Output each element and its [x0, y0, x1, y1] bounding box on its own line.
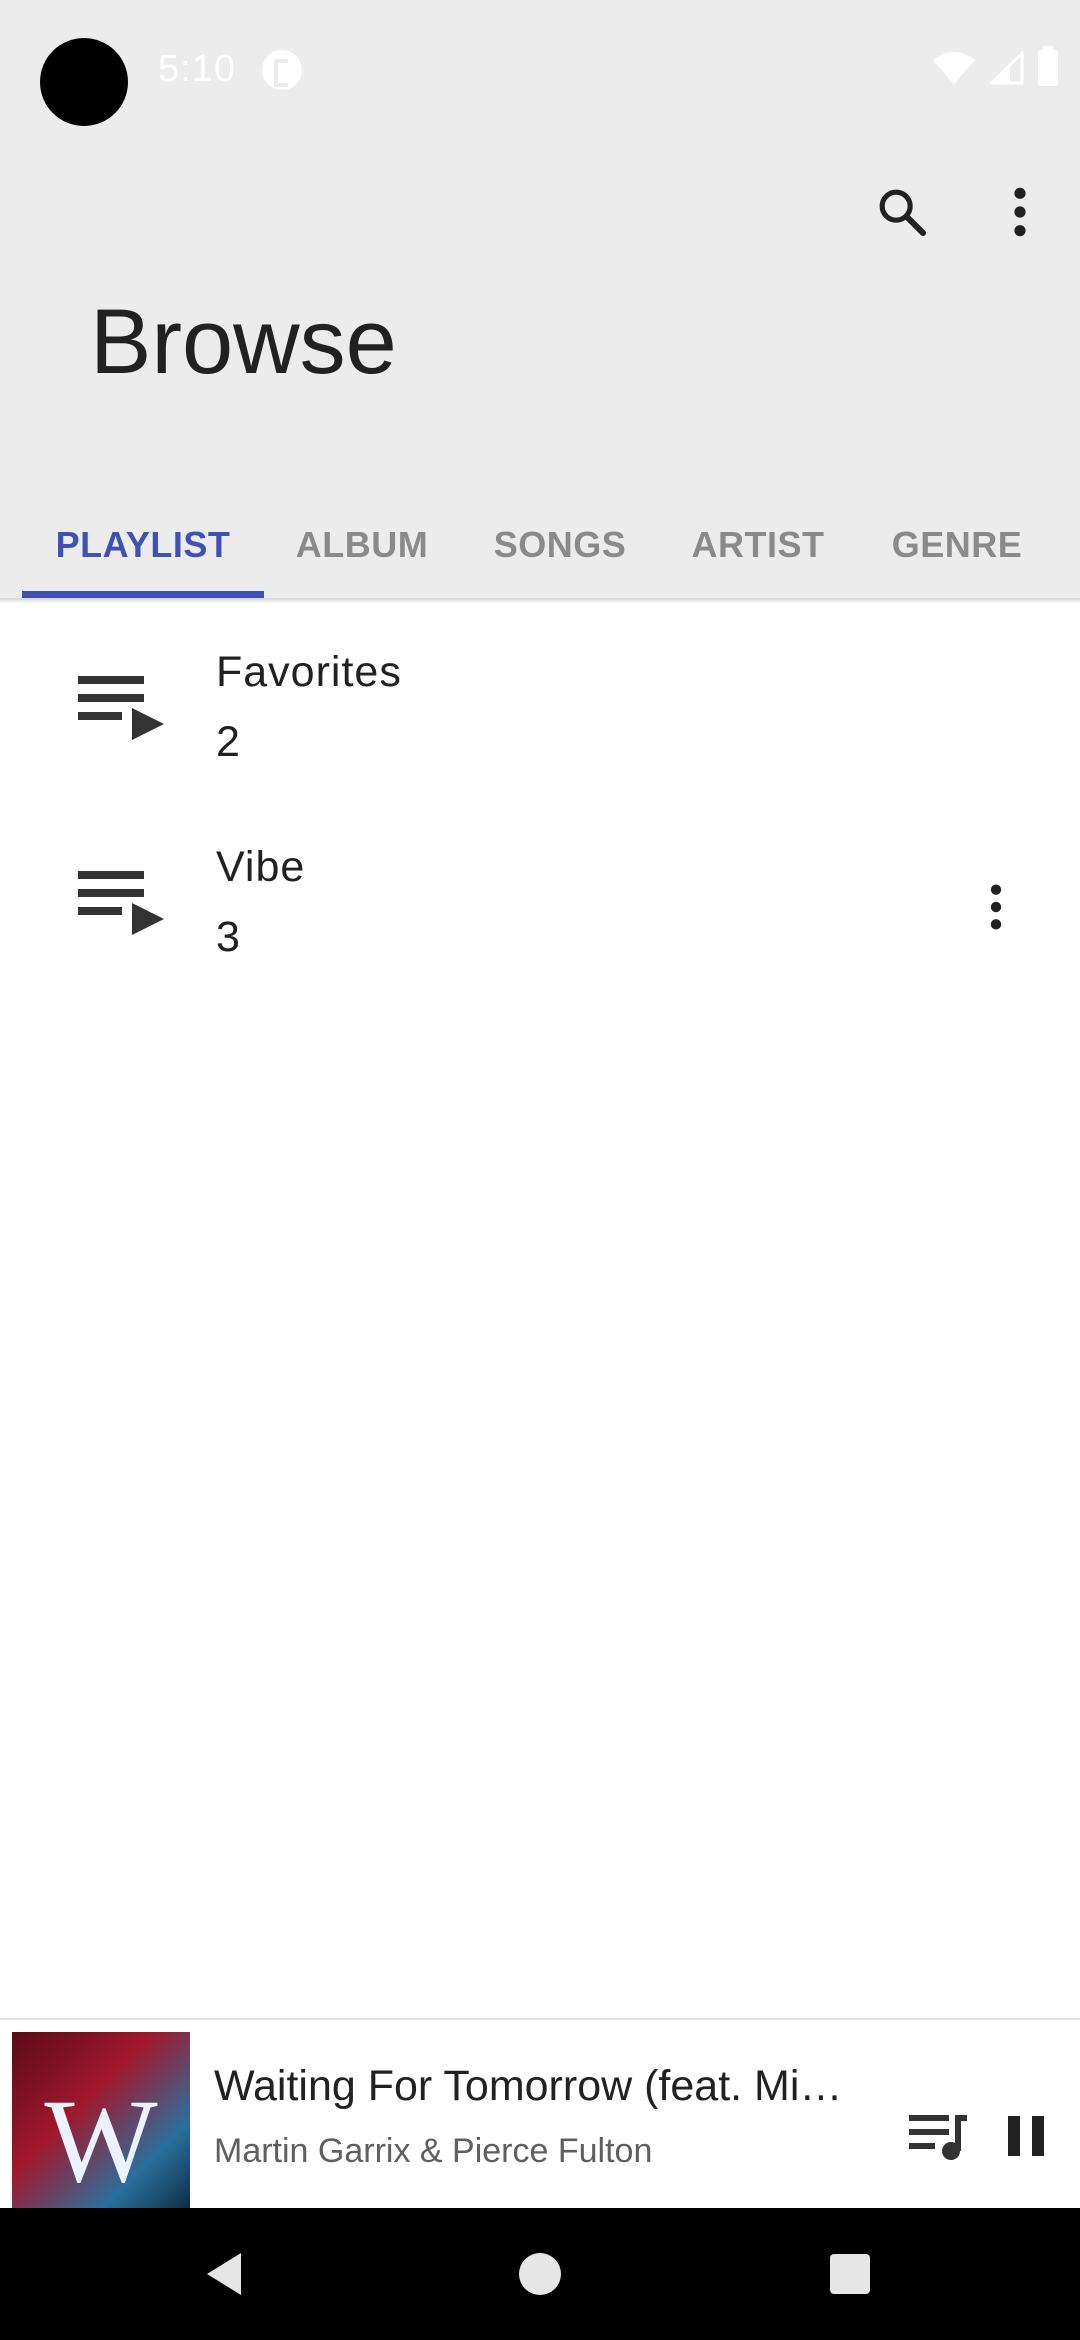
back-icon [207, 2253, 241, 2295]
home-icon [519, 2253, 561, 2295]
playlist-name: Favorites [216, 648, 402, 696]
tab-album[interactable]: ALBUM [264, 490, 460, 600]
album-art[interactable]: W [12, 2032, 190, 2210]
overflow-menu-button[interactable] [978, 170, 1062, 254]
system-nav-bar [0, 2208, 1080, 2340]
tab-artist[interactable]: ARTIST [660, 490, 856, 600]
nav-home-button[interactable] [504, 2238, 576, 2310]
pause-icon [1008, 2116, 1044, 2156]
search-button[interactable] [860, 170, 944, 254]
nav-recents-button[interactable] [814, 2238, 886, 2310]
tab-playlist[interactable]: PLAYLIST [22, 490, 264, 600]
page-title: Browse [90, 291, 397, 393]
playlist-play-icon [78, 871, 164, 935]
playlist-count: 2 [216, 718, 240, 766]
playlist-count: 3 [216, 913, 240, 961]
playlist-options-button[interactable] [960, 865, 1032, 949]
status-bar: 5:10 [0, 0, 1080, 140]
camera-cutout [40, 38, 128, 126]
recents-icon [830, 2254, 870, 2294]
signal-icon [990, 51, 1024, 85]
more-vert-icon [1014, 187, 1026, 237]
app-header: 5:10 Browse PLAYLIST ALBUM SONGS ARTIST … [0, 0, 1080, 600]
playlist-list: Favorites 2 Vibe 3 [0, 604, 1080, 994]
wifi-icon [933, 52, 975, 84]
more-vert-icon [990, 884, 1002, 930]
list-item[interactable]: Vibe 3 [0, 799, 1080, 994]
track-artist: Martin Garrix & Pierce Fulton [214, 2132, 653, 2170]
playlist-name: Vibe [216, 843, 306, 891]
status-time: 5:10 [158, 48, 236, 90]
tab-songs[interactable]: SONGS [460, 490, 660, 600]
tab-genre[interactable]: GENRE [856, 490, 1058, 600]
notification-icon [262, 50, 302, 90]
list-item[interactable]: Favorites 2 [0, 604, 1080, 799]
battery-icon [1038, 46, 1058, 86]
album-art-letter: W [44, 2074, 158, 2207]
status-icons [932, 46, 1058, 88]
queue-button[interactable] [900, 2098, 976, 2174]
nav-back-button[interactable] [190, 2238, 262, 2310]
tab-bar: PLAYLIST ALBUM SONGS ARTIST GENRE [22, 490, 1058, 600]
playlist-play-icon [78, 676, 164, 740]
track-title: Waiting For Tomorrow (feat. Mi… [214, 2062, 843, 2110]
queue-music-icon [909, 2115, 967, 2160]
mini-player[interactable]: W Waiting For Tomorrow (feat. Mi… Martin… [0, 2018, 1080, 2210]
pause-button[interactable] [988, 2098, 1064, 2174]
search-icon [879, 189, 927, 237]
